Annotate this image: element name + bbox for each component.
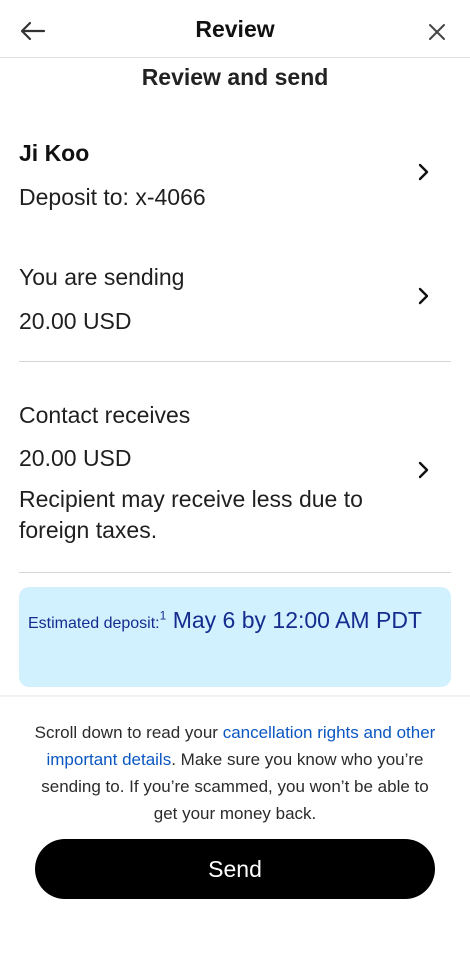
footnote-marker[interactable]: 1 bbox=[160, 608, 167, 622]
header-bar: Review bbox=[0, 0, 470, 58]
send-button[interactable]: Send bbox=[35, 839, 435, 899]
disclaimer-prefix: Scroll down to read your bbox=[34, 723, 223, 742]
chevron-right-icon bbox=[418, 287, 429, 305]
section-title: Review and send bbox=[141, 64, 329, 90]
sending-amount: 20.00 USD bbox=[19, 308, 132, 334]
chevron-right-icon bbox=[418, 461, 429, 479]
bottom-panel: Scroll down to read your cancellation ri… bbox=[0, 697, 470, 964]
divider bbox=[19, 572, 451, 573]
sending-label: You are sending bbox=[19, 264, 185, 290]
deposit-account: Deposit to: x-4066 bbox=[19, 184, 206, 210]
review-page: Review Review and send Ji Koo Deposit to… bbox=[0, 0, 470, 964]
receives-label: Contact receives bbox=[19, 402, 191, 428]
chevron-right-icon bbox=[418, 163, 429, 181]
estimated-deposit-value: May 6 by 12:00 AM PDT bbox=[172, 607, 422, 633]
receives-row[interactable]: Contact receives 20.00 USD Recipient may… bbox=[19, 400, 451, 550]
receives-note: Recipient may receive less due to foreig… bbox=[19, 486, 363, 543]
recipient-name: Ji Koo bbox=[19, 140, 90, 166]
page-title: Review bbox=[195, 16, 275, 42]
sending-row[interactable]: You are sending 20.00 USD bbox=[19, 262, 451, 342]
receives-amount: 20.00 USD bbox=[19, 445, 132, 471]
close-button[interactable] bbox=[422, 17, 452, 47]
estimated-deposit-label: Estimated deposit: bbox=[28, 615, 160, 632]
divider bbox=[19, 361, 451, 362]
disclaimer-text: Scroll down to read your cancellation ri… bbox=[30, 719, 440, 827]
close-icon bbox=[429, 24, 445, 40]
recipient-row[interactable]: Ji Koo Deposit to: x-4066 bbox=[19, 138, 451, 218]
estimated-deposit-card: Estimated deposit:1 May 6 by 12:00 AM PD… bbox=[19, 587, 451, 687]
